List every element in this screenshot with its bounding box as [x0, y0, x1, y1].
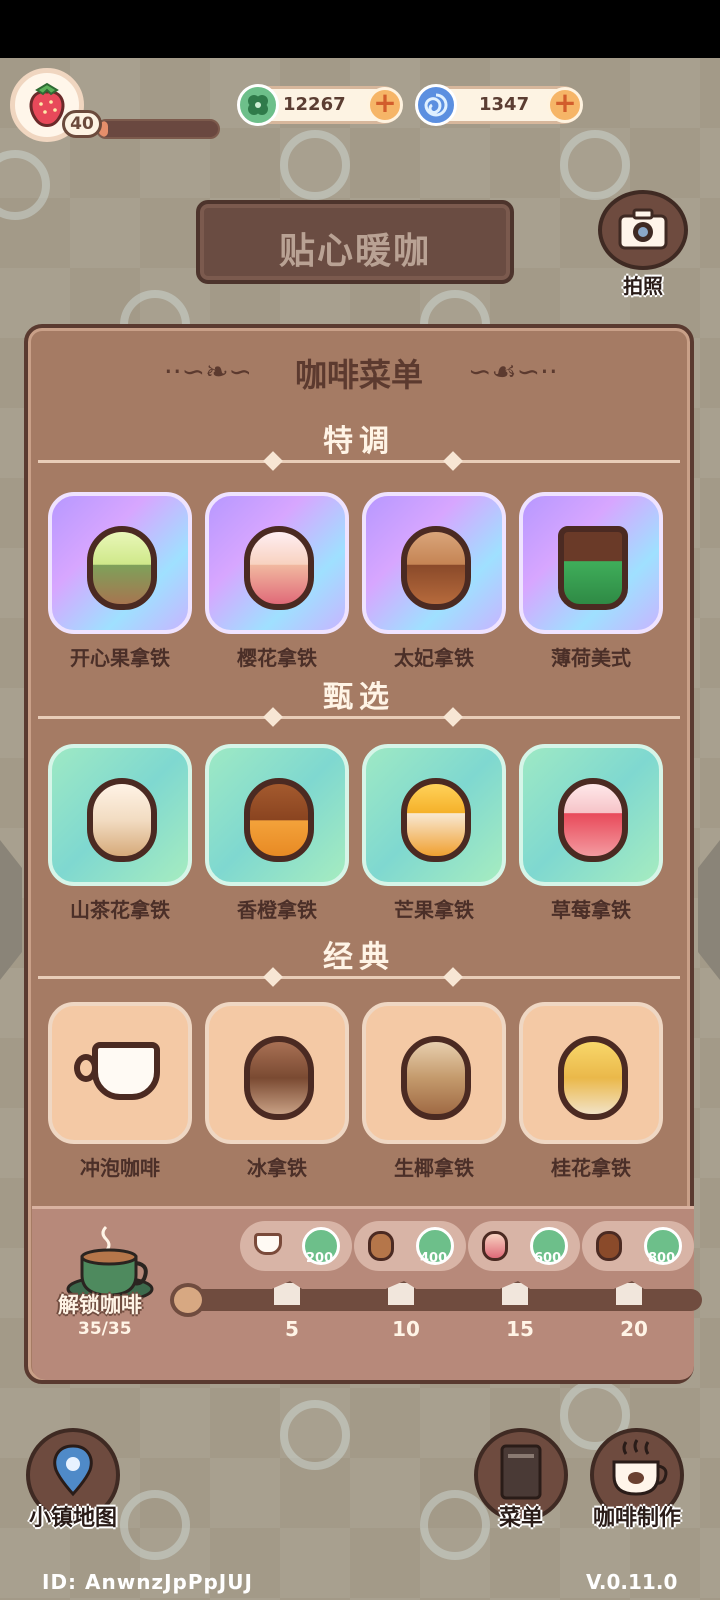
milestone-flag-icon	[386, 1281, 416, 1307]
toffee-latte-icon	[401, 526, 471, 610]
shop-name: 贴心暖咖	[278, 231, 431, 272]
reward-amount: 200	[306, 1251, 334, 1266]
reward-amount: 600	[534, 1251, 562, 1266]
menu-item-card[interactable]	[519, 492, 663, 634]
coconut-latte-icon	[401, 1036, 471, 1120]
menu-item-label: 芒果拿铁	[394, 898, 474, 922]
unlock-progress-area: 解锁咖啡 35/35 200 400 600 800 5 10 15 20	[32, 1206, 702, 1380]
menu-title: 咖啡菜单	[294, 356, 423, 394]
sun-decoration-icon	[280, 130, 350, 200]
menu-item-card[interactable]	[48, 744, 192, 886]
osmanthus-latte-icon	[558, 1036, 628, 1120]
milestone-flag-icon	[500, 1281, 530, 1307]
menu-item-card[interactable]	[362, 744, 506, 886]
level-badge: 40	[62, 110, 102, 138]
unlock-coffee-label: 解锁咖啡	[58, 1293, 142, 1317]
menu-item-label: 生椰拿铁	[394, 1156, 474, 1180]
player-id: ID: AnwnzJpPpJUJ	[42, 1570, 253, 1594]
milestone-number: 10	[392, 1317, 420, 1341]
menu-item-label: 太妃拿铁	[394, 646, 474, 670]
sakura-latte-icon	[482, 1231, 508, 1261]
add-clover-button[interactable]: +	[367, 87, 403, 123]
town-map-label: 小镇地图	[28, 1506, 117, 1531]
sun-decoration-icon	[120, 1490, 190, 1560]
iced-latte-icon	[244, 1036, 314, 1120]
camera-icon	[618, 208, 668, 250]
clover-currency: 12267 +	[237, 84, 403, 126]
menu-item-card[interactable]	[205, 492, 349, 634]
cup-handle	[74, 1054, 98, 1082]
swirl-currency-icon	[415, 84, 457, 126]
menu-item-label: 冰拿铁	[247, 1156, 307, 1180]
camellia-latte-icon	[87, 778, 157, 862]
menu-item-card[interactable]	[48, 492, 192, 634]
menu-item-card[interactable]	[48, 1002, 192, 1144]
status-bar	[0, 0, 720, 58]
reward-tier[interactable]: 600	[468, 1221, 580, 1271]
coffee-brew-label: 咖啡制作	[592, 1506, 681, 1531]
swirl-currency: 1347 +	[415, 84, 583, 126]
unlock-progress-knob	[170, 1283, 206, 1317]
menu-item-label: 草莓拿铁	[551, 898, 631, 922]
menu-item-label: 香橙拿铁	[237, 898, 317, 922]
reward-amount: 800	[648, 1251, 676, 1266]
menu-item-label: 薄荷美式	[551, 646, 631, 670]
section-divider	[38, 976, 680, 979]
reward-tier[interactable]: 400	[354, 1221, 466, 1271]
milestone-flag-icon	[614, 1281, 644, 1307]
reward-amount: 400	[420, 1251, 448, 1266]
clover-currency-icon	[237, 84, 279, 126]
menu-item-label: 樱花拿铁	[237, 646, 317, 670]
menu-item-label: 山茶花拿铁	[70, 898, 170, 922]
clover-amount: 12267	[283, 94, 346, 115]
pistachio-latte-icon	[87, 526, 157, 610]
add-swirl-button[interactable]: +	[547, 87, 583, 123]
orange-latte-icon	[244, 778, 314, 862]
shop-name-sign: 贴心暖咖	[196, 200, 514, 284]
toffee-latte-icon	[596, 1231, 622, 1261]
milestone-number: 15	[506, 1317, 534, 1341]
camera-label: 拍照	[623, 274, 663, 298]
menu-item-card[interactable]	[205, 1002, 349, 1144]
unlock-count: 35/35	[78, 1319, 132, 1339]
menu-label: 菜单	[498, 1506, 543, 1531]
section-title-special: 特调	[323, 424, 395, 459]
drip-coffee-icon	[92, 1042, 160, 1100]
milestone-number: 5	[285, 1317, 299, 1341]
version-number: V.0.11.0	[586, 1570, 678, 1594]
reward-tier[interactable]: 800	[582, 1221, 694, 1271]
sun-decoration-icon	[280, 1400, 350, 1470]
menu-item-card[interactable]	[205, 744, 349, 886]
camera-button[interactable]	[598, 190, 688, 270]
swirl-amount: 1347	[479, 94, 530, 115]
menu-item-label: 开心果拿铁	[70, 646, 170, 670]
mint-americano-icon	[558, 526, 628, 610]
section-title-classic: 经典	[323, 940, 395, 975]
menu-item-card[interactable]	[362, 1002, 506, 1144]
strawberry-latte-icon	[558, 778, 628, 862]
mango-latte-icon	[401, 778, 471, 862]
section-title-select: 甄选	[323, 680, 395, 715]
sun-decoration-icon	[560, 130, 630, 200]
sakura-latte-icon	[244, 526, 314, 610]
reward-tier[interactable]: 200	[240, 1221, 352, 1271]
menu-item-label: 桂花拿铁	[551, 1156, 631, 1180]
menu-item-label: 冲泡咖啡	[80, 1156, 160, 1180]
iced-latte-icon	[368, 1231, 394, 1261]
drip-coffee-icon	[254, 1233, 282, 1255]
coffee-menu-panel: ··∽❧∽ ∽☙∽·· 咖啡菜单 特调 开心果拿铁 樱花拿铁 太妃拿铁 薄荷美式…	[24, 324, 702, 1384]
menu-item-card[interactable]	[519, 744, 663, 886]
menu-item-card[interactable]	[362, 492, 506, 634]
xp-progress-bar	[96, 119, 220, 139]
section-divider	[38, 460, 680, 463]
milestone-number: 20	[620, 1317, 648, 1341]
milestone-flag-icon	[272, 1281, 302, 1307]
menu-item-card[interactable]	[519, 1002, 663, 1144]
section-divider	[38, 716, 680, 719]
